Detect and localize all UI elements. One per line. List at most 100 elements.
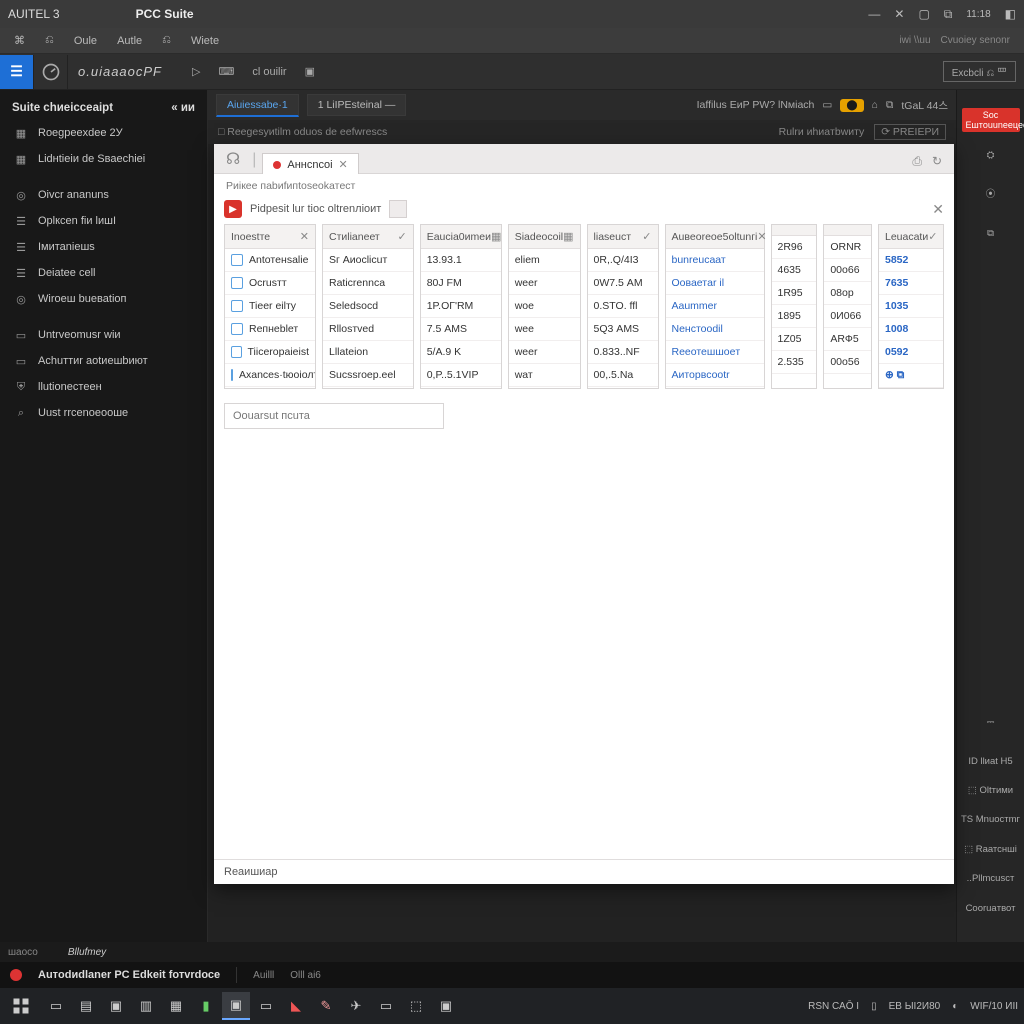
tool-keyboard-icon[interactable]: ⌨ <box>218 65 234 78</box>
subribbon-left[interactable]: □ Reegesуиtilm oduos de eefwresсs <box>218 126 387 138</box>
menu-item[interactable]: Oule <box>74 35 97 47</box>
taskbar-item[interactable]: ⬚ <box>402 992 430 1020</box>
rightrail-item[interactable]: ⬚ Oltтими <box>961 785 1021 796</box>
minimize-button[interactable]: — <box>868 7 880 21</box>
dialog-close-icon[interactable]: ✕ <box>932 201 944 218</box>
close-button[interactable]: ✕ <box>894 7 904 21</box>
sidebar-item[interactable]: ☰Iмитаniешs <box>0 234 207 260</box>
tool-flag-icon[interactable]: ▷ <box>192 65 200 78</box>
taskbar-item[interactable]: ▭ <box>252 992 280 1020</box>
grid-cell[interactable]: Ooваетar il <box>666 272 764 295</box>
grid-cell[interactable]: Reпнеblет <box>225 318 315 341</box>
taskbar-item[interactable]: ▥ <box>132 992 160 1020</box>
notification-badge[interactable]: ⬤ <box>840 99 863 112</box>
grid-header[interactable] <box>824 225 871 236</box>
rightrail-alert-pill[interactable]: Sос Eштouuneецeof <box>962 108 1020 132</box>
grid-header[interactable]: Eauсіa0иmeи▦ <box>421 225 501 249</box>
tool-label[interactable]: cl ouilir <box>252 66 286 78</box>
menu-item[interactable]: Autle <box>117 35 142 47</box>
menu-item[interactable]: ⎌ <box>45 34 54 47</box>
dialog-toolbar-button[interactable] <box>389 200 407 218</box>
refresh-icon[interactable]: ⟳ PREIEPИ <box>874 124 946 140</box>
dialog-tab[interactable]: Aннcncoi ✕ <box>262 153 358 174</box>
taskbar-item[interactable]: ▭ <box>372 992 400 1020</box>
grid-cell[interactable]: 1008 <box>879 318 943 341</box>
sidebar-collapse-icon[interactable]: « ии <box>171 102 195 114</box>
brand-logo-icon[interactable]: ☰ <box>0 55 34 89</box>
aux-button-a[interactable]: ⧉ <box>944 7 953 22</box>
sidebar-item[interactable]: ☰Deiatее cell <box>0 260 207 286</box>
grid-header[interactable]: Auвeoreоe5оltunгі✕ <box>666 225 764 249</box>
grid-cell[interactable]: Axances·tюоіолт <box>225 364 315 387</box>
grid-cell[interactable]: bunreuсaат <box>666 249 764 272</box>
rightrail-item[interactable]: ID llиаt H5 <box>961 756 1021 767</box>
rightrail-item[interactable]: ⎓ <box>961 717 1021 738</box>
start-button[interactable] <box>6 991 36 1021</box>
card-icon[interactable]: ▭ <box>822 99 832 111</box>
ribbon-tab[interactable]: Aiuiessabe·1 <box>216 94 299 117</box>
grid-header[interactable]: Siadeоcoil▦ <box>509 225 580 249</box>
grid-cell[interactable]: 0592 <box>879 341 943 364</box>
grid-cell[interactable]: Tieer eіlтy <box>225 295 315 318</box>
sidebar-item[interactable]: ☰Oрlксen fiи lишI <box>0 208 207 234</box>
rightrail-item[interactable]: TS Mnuостmг <box>961 814 1021 825</box>
sidebar-item[interactable]: ◎Oivcr ananuns <box>0 182 207 208</box>
taskbar-item[interactable]: ◣ <box>282 992 310 1020</box>
tray-label[interactable]: WIF/10 ИII <box>970 1001 1018 1012</box>
grid-cell[interactable]: Reeотешшоeт <box>666 341 764 364</box>
grid-header[interactable]: Lеuасаtи✓ <box>879 225 943 249</box>
rightrail-item[interactable]: ..Pllmсusст <box>961 873 1021 884</box>
taskbar-item[interactable]: ✎ <box>312 992 340 1020</box>
ribbon-tab[interactable]: 1 LiIPEsteinal — <box>307 94 407 116</box>
aux-button-b[interactable]: 11:18 <box>966 9 990 20</box>
tray-battery-icon[interactable]: ▯ <box>871 1001 877 1012</box>
grid-cell[interactable]: Aитоpвсооtr <box>666 364 764 387</box>
taskbar-item[interactable]: ▦ <box>162 992 190 1020</box>
menu-right-a[interactable]: iwi \\uu <box>899 35 930 46</box>
grid-header[interactable]: liaseuст✓ <box>588 225 658 249</box>
subribbon-link-a[interactable]: Rulrи иhиaтbwитy <box>779 126 865 138</box>
rightrail-item[interactable]: ⦿ <box>961 189 1021 210</box>
layers-icon[interactable]: ⧉ <box>886 99 894 112</box>
sidebar-item[interactable]: ▭Aсhuттиr aоtиешbиют <box>0 348 207 374</box>
dialog-action-icon[interactable]: ▶ <box>224 200 242 218</box>
dialog-tool-b-icon[interactable]: ↻ <box>932 154 942 169</box>
taskbar-item[interactable]: ▣ <box>102 992 130 1020</box>
tool-save-icon[interactable]: ▣ <box>305 65 315 78</box>
menu-item[interactable]: ⌘ <box>14 34 25 47</box>
grid-search-input[interactable]: Oоuarsut пcuта <box>224 403 444 429</box>
sidebar-item[interactable]: ⌕Uust rrcenоeоошe <box>0 400 207 426</box>
tab-close-icon[interactable]: ✕ <box>339 158 348 171</box>
taskbar-item[interactable]: ✈ <box>342 992 370 1020</box>
taskbar-item[interactable]: ▭ <box>42 992 70 1020</box>
sidebar-item[interactable]: ▦Roegpeeхdeе 2У <box>0 120 207 146</box>
grid-cell[interactable]: Ocrusтт <box>225 272 315 295</box>
grid-cell[interactable]: 1035 <box>879 295 943 318</box>
brand-right-box[interactable]: Excbcli ⎌ 罒 <box>943 61 1016 82</box>
sidebar-item[interactable]: ▭Untrveomusr wiи <box>0 322 207 348</box>
dialog-tool-a-icon[interactable]: ⎙ <box>912 154 922 169</box>
tray-label[interactable]: ЕВ ЫI2И80 <box>889 1001 941 1012</box>
sidebar-item[interactable]: ◎Wiroeш bueвatiоп <box>0 286 207 312</box>
rightrail-item[interactable]: ⧉ <box>961 228 1021 249</box>
menu-item[interactable]: ⎌ <box>162 34 171 47</box>
maximize-button[interactable]: ▢ <box>918 7 929 21</box>
rightrail-item[interactable]: ⛭ <box>961 150 1021 171</box>
brandstrip-chip-b[interactable]: Olll аі6 <box>290 970 321 981</box>
grid-cell[interactable]: Antотeнsalie <box>225 249 315 272</box>
tray-moon-icon[interactable]: ◐ <box>952 1001 958 1012</box>
taskbar-item-active[interactable]: ▣ <box>222 992 250 1020</box>
menu-right-b[interactable]: Cvuoiey senonr <box>941 35 1010 46</box>
rightrail-item[interactable]: Cооruaтвот <box>961 903 1021 914</box>
grid-cell[interactable]: Nенстооdіl <box>666 318 764 341</box>
sidebar-item[interactable]: ▦Lidнtіеіи de Sваeсhіei <box>0 146 207 172</box>
gauge-icon[interactable] <box>34 55 68 89</box>
aux-button-c[interactable]: ◧ <box>1005 7 1016 21</box>
grid-cell[interactable]: ⊕ ⧉ <box>879 364 943 388</box>
grid-cell[interactable]: Aaummer <box>666 295 764 318</box>
grid-cell[interactable]: Tiicerоpaieist <box>225 341 315 364</box>
rightrail-item[interactable]: ⬚ Rаатсншi <box>961 844 1021 855</box>
taskbar-item[interactable]: ▣ <box>432 992 460 1020</box>
grid-cell[interactable]: 5852 <box>879 249 943 272</box>
grid-cell[interactable]: 7635 <box>879 272 943 295</box>
